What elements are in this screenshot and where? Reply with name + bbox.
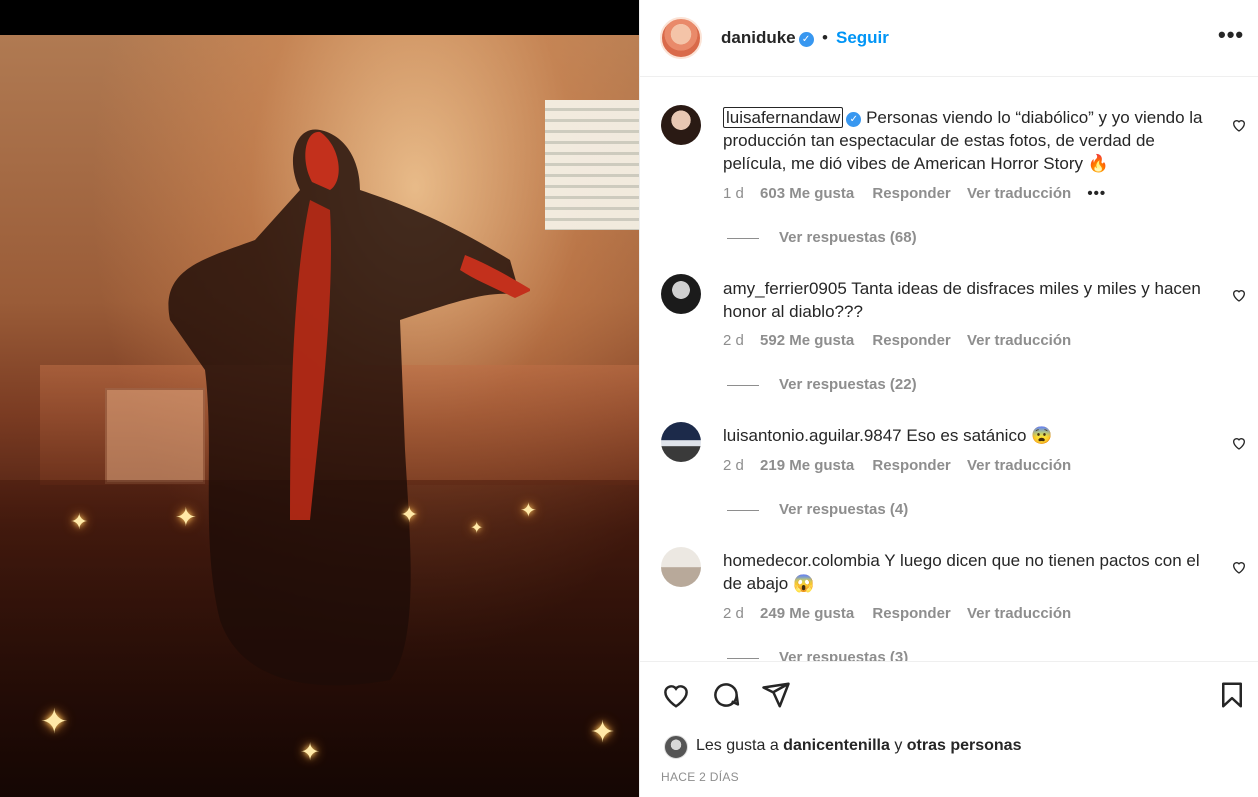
image-sparkle: ✦ [590,715,616,750]
author-username-text[interactable]: daniduke [721,28,796,47]
view-replies-button[interactable]: Ver respuestas (22) [727,376,917,393]
post-actions: Les gusta a danicentenilla y otras perso… [640,661,1258,797]
comment-icon[interactable] [711,680,741,710]
comment-text: Eso es satánico 😨 [906,426,1053,445]
comment-meta: 2 d 249 Me gusta Responder Ver traducció… [723,605,1083,622]
comment-body: luisantonio.aguilar.9847 Eso es satánico… [723,424,1213,447]
comment-likes[interactable]: 219 Me gusta [760,457,854,474]
commenter-avatar[interactable] [661,547,701,587]
commenter-username[interactable]: homedecor.colombia [723,551,880,570]
replies-line [727,237,759,239]
likes-prefix: Les gusta a [696,737,784,754]
comment-time: 2 d [723,605,744,622]
comment-meta: 2 d 592 Me gusta Responder Ver traducció… [723,332,1083,349]
translate-button[interactable]: Ver traducción [967,605,1071,622]
view-replies-button[interactable]: Ver respuestas (68) [727,229,917,246]
verified-badge-icon: ✓ [798,32,814,47]
likes-others-link[interactable]: otras personas [907,737,1022,754]
heart-icon[interactable] [1231,117,1247,133]
author-avatar[interactable] [660,17,702,59]
comment-body: luisafernandaw ✓ Personas viendo lo “diab… [723,106,1213,175]
more-options-icon[interactable]: ••• [1218,22,1244,48]
heart-icon[interactable] [1231,435,1247,451]
image-sparkle: ✦ [70,510,89,535]
translate-button[interactable]: Ver traducción [967,457,1071,474]
view-replies-label[interactable]: Ver respuestas (22) [779,376,917,393]
heart-icon[interactable] [1231,559,1247,575]
image-sparkle: ✦ [400,503,419,528]
post-side-panel: daniduke ✓ • Seguir ••• luisafernandaw ✓ P… [639,0,1258,797]
post-image[interactable]: ✦ ✦ ✦ ✦ ✦ ✦ ✦ ✦ [0,0,639,797]
commenter-username[interactable]: luisafernandaw [723,107,844,128]
likes-text: Les gusta a danicentenilla y otras perso… [696,737,1021,755]
heart-icon[interactable] [661,680,691,710]
follow-button[interactable]: Seguir [836,28,889,48]
comment-options-icon[interactable]: ••• [1087,185,1106,202]
reply-button[interactable]: Responder [872,605,950,622]
reply-button[interactable]: Responder [872,457,950,474]
comment-meta: 2 d 219 Me gusta Responder Ver traducció… [723,457,1083,474]
image-sparkle: ✦ [300,738,321,766]
header-separator: • [822,28,828,47]
comment-time: 2 d [723,332,744,349]
view-replies-label[interactable]: Ver respuestas (4) [779,501,908,518]
comment-likes[interactable]: 249 Me gusta [760,605,854,622]
commenter-avatar[interactable] [661,422,701,462]
translate-button[interactable]: Ver traducción [967,332,1071,349]
bookmark-icon[interactable] [1217,680,1247,710]
comment-time: 2 d [723,457,744,474]
post-date[interactable]: HACE 2 DÍAS [661,770,739,784]
post-header: daniduke ✓ • Seguir ••• [640,0,1258,77]
heart-icon[interactable] [1231,287,1247,303]
image-top-bar [0,0,639,35]
liker-avatar[interactable] [664,735,688,759]
view-replies-button[interactable]: Ver respuestas (3) [727,649,908,661]
share-icon[interactable] [761,680,791,710]
reply-button[interactable]: Responder [872,185,950,202]
view-replies-label[interactable]: Ver respuestas (68) [779,229,917,246]
replies-line [727,384,759,386]
image-sparkle: ✦ [40,702,69,742]
commenter-avatar[interactable] [661,105,701,145]
comments-list[interactable]: luisafernandaw ✓ Personas viendo lo “diab… [640,78,1258,661]
image-sparkle: ✦ [520,498,537,522]
comment-body: amy_ferrier0905 Tanta ideas de disfraces… [723,277,1213,323]
replies-line [727,657,759,659]
liker-username[interactable]: danicentenilla [783,737,890,754]
verified-badge-icon: ✓ [846,112,862,127]
view-replies-button[interactable]: Ver respuestas (4) [727,501,908,518]
comment-meta: 1 d 603 Me gusta Responder Ver traducció… [723,185,1118,202]
image-window [545,100,639,230]
reply-button[interactable]: Responder [872,332,950,349]
commenter-username[interactable]: luisantonio.aguilar.9847 [723,426,902,445]
comment-likes[interactable]: 592 Me gusta [760,332,854,349]
likes-middle: y [889,737,907,754]
author-username[interactable]: daniduke ✓ [721,28,814,48]
translate-button[interactable]: Ver traducción [967,185,1071,202]
commenter-username[interactable]: amy_ferrier0905 [723,279,847,298]
commenter-avatar[interactable] [661,274,701,314]
image-figure [168,129,530,686]
comment-body: homedecor.colombia Y luego dicen que no … [723,549,1213,595]
replies-line [727,509,759,511]
view-replies-label[interactable]: Ver respuestas (3) [779,649,908,661]
comment-time: 1 d [723,185,744,202]
image-sparkle: ✦ [175,503,197,533]
comment-likes[interactable]: 603 Me gusta [760,185,854,202]
image-sparkle: ✦ [470,518,484,537]
